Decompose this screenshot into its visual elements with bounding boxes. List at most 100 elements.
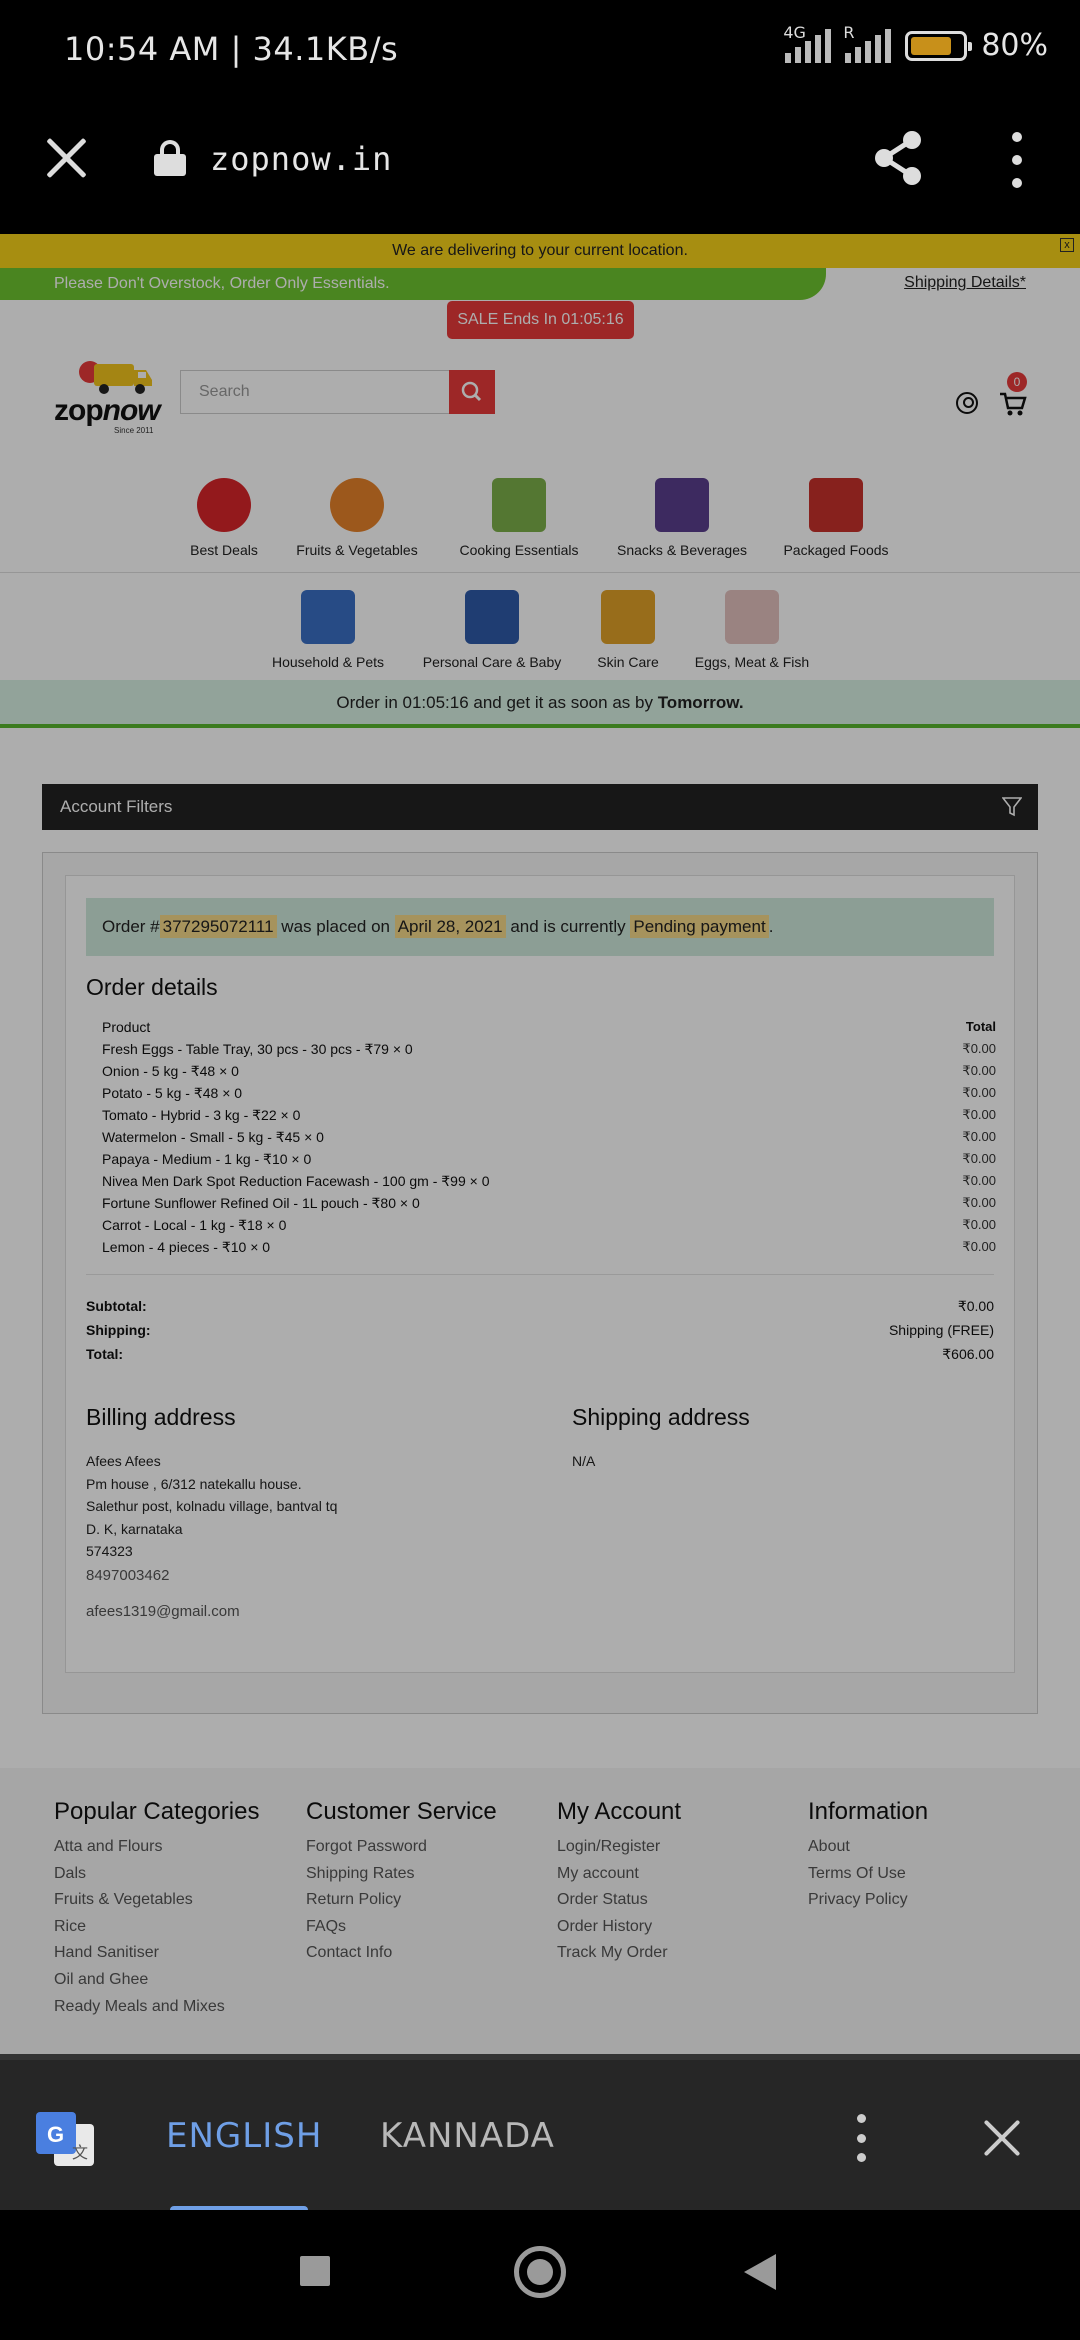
- promo-strip: Please Don't Overstock, Order Only Essen…: [0, 268, 826, 300]
- translate-bar: G 文 ENGLISH KANNADA: [0, 2054, 1080, 2216]
- url-text[interactable]: zopnow.in: [210, 140, 392, 178]
- signal-icon-1: 4G: [783, 23, 832, 63]
- close-translate-icon[interactable]: [982, 2118, 1022, 2158]
- status-time: 10:54 AM | 34.1KB/s: [64, 30, 399, 68]
- lock-icon[interactable]: [154, 140, 186, 176]
- footer-link[interactable]: Return Policy: [306, 1887, 497, 1914]
- table-row: Nivea Men Dark Spot Reduction Facewash -…: [102, 1173, 996, 1189]
- skin-care-icon: [601, 590, 655, 644]
- account-filters-label: Account Filters: [60, 797, 173, 816]
- footer-link[interactable]: Privacy Policy: [808, 1887, 928, 1914]
- footer-link[interactable]: FAQs: [306, 1914, 497, 1941]
- footer-link[interactable]: Ready Meals and Mixes: [54, 1994, 259, 2021]
- category-skin-care[interactable]: Skin Care: [588, 590, 668, 670]
- signal-icon-2: R: [843, 23, 892, 63]
- system-nav-bar: [0, 2210, 1080, 2340]
- category-fruits-vegetables[interactable]: Fruits & Vegetables: [284, 478, 430, 558]
- footer-link[interactable]: Atta and Flours: [54, 1834, 259, 1861]
- footer-link[interactable]: My account: [557, 1861, 681, 1888]
- footer-link[interactable]: Forgot Password: [306, 1834, 497, 1861]
- footer-information: Information About Terms Of Use Privacy P…: [808, 1798, 928, 1914]
- cart-count-badge: 0: [1007, 372, 1027, 392]
- order-card: Order #377295072111 was placed on April …: [42, 852, 1038, 1714]
- web-page: We are delivering to your current locati…: [0, 234, 1080, 2054]
- footer-customer-service: Customer Service Forgot Password Shippin…: [306, 1798, 497, 1967]
- category-cooking-essentials[interactable]: Cooking Essentials: [446, 478, 592, 558]
- footer-link[interactable]: Oil and Ghee: [54, 1967, 259, 1994]
- back-icon[interactable]: [744, 2254, 776, 2290]
- footer-link[interactable]: Order Status: [557, 1887, 681, 1914]
- cart-icon[interactable]: [998, 390, 1028, 418]
- table-row: Fortune Sunflower Refined Oil - 1L pouch…: [102, 1195, 996, 1211]
- footer-link[interactable]: Terms Of Use: [808, 1861, 928, 1888]
- cooking-icon: [492, 478, 546, 532]
- filter-icon[interactable]: [1002, 796, 1022, 818]
- battery-percent: 80%: [981, 28, 1048, 63]
- shipping-row: Shipping: Shipping (FREE): [86, 1322, 994, 1338]
- table-row: Onion - 5 kg - ₹48 × 0 ₹0.00: [102, 1063, 996, 1079]
- google-translate-icon[interactable]: G 文: [34, 2110, 96, 2170]
- packaged-foods-icon: [809, 478, 863, 532]
- language-kannada-tab[interactable]: KANNADA: [380, 2116, 555, 2156]
- svg-text:G: G: [47, 2122, 64, 2147]
- category-personal-care-baby[interactable]: Personal Care & Baby: [412, 590, 572, 670]
- footer-link[interactable]: Track My Order: [557, 1940, 681, 1967]
- billing-email: afees1319@gmail.com: [86, 1603, 240, 1620]
- subtotal-row: Subtotal: ₹0.00: [86, 1298, 994, 1314]
- footer-link[interactable]: Rice: [54, 1914, 259, 1941]
- best-deals-icon: [197, 478, 251, 532]
- products-header-row: Product Total: [102, 1019, 996, 1035]
- shipping-address-title: Shipping address: [572, 1404, 750, 1430]
- home-icon[interactable]: [514, 2246, 566, 2298]
- meat-icon: [725, 590, 779, 644]
- shipping-address: N/A: [572, 1453, 596, 1469]
- category-snacks-beverages[interactable]: Snacks & Beverages: [604, 478, 760, 558]
- billing-address: Afees Afees Pm house , 6/312 natekallu h…: [86, 1450, 337, 1624]
- footer-link[interactable]: Login/Register: [557, 1834, 681, 1861]
- category-best-deals[interactable]: Best Deals: [174, 478, 274, 558]
- delivery-timer-banner: Order in 01:05:16 and get it as soon as …: [0, 680, 1080, 728]
- zopnow-logo[interactable]: zopnow Since 2011: [54, 358, 166, 435]
- order-date: April 28, 2021: [394, 915, 506, 938]
- browser-toolbar: zopnow.in: [0, 100, 1080, 234]
- site-header: zopnow Since 2011 Search 0: [0, 356, 1080, 573]
- snacks-icon: [655, 478, 709, 532]
- table-row: Potato - 5 kg - ₹48 × 0 ₹0.00: [102, 1085, 996, 1101]
- footer-link[interactable]: Fruits & Vegetables: [54, 1887, 259, 1914]
- more-menu-icon[interactable]: [1004, 132, 1030, 188]
- language-english-tab[interactable]: ENGLISH: [166, 2116, 322, 2156]
- footer-my-account: My Account Login/Register My account Ord…: [557, 1798, 681, 1967]
- footer-link[interactable]: Contact Info: [306, 1940, 497, 1967]
- translate-menu-icon[interactable]: [852, 2114, 870, 2162]
- recents-icon[interactable]: [300, 2256, 330, 2286]
- order-number: 377295072111: [159, 915, 277, 938]
- shipping-details-link[interactable]: Shipping Details*: [904, 274, 1026, 292]
- personal-care-icon: [465, 590, 519, 644]
- category-packaged-foods[interactable]: Packaged Foods: [776, 478, 896, 558]
- order-details-title: Order details: [86, 974, 218, 1000]
- category-eggs-meat-fish[interactable]: Eggs, Meat & Fish: [684, 590, 820, 670]
- total-row: Total: ₹606.00: [86, 1346, 994, 1362]
- battery-fill: [911, 36, 952, 55]
- roaming-label: R: [843, 22, 855, 42]
- delivery-notice-text: We are delivering to your current locati…: [392, 242, 688, 259]
- footer-link[interactable]: About: [808, 1834, 928, 1861]
- footer-link[interactable]: Shipping Rates: [306, 1861, 497, 1888]
- account-icon[interactable]: [956, 392, 978, 414]
- category-household-pets[interactable]: Household & Pets: [258, 590, 398, 670]
- footer-popular-categories: Popular Categories Atta and Flours Dals …: [54, 1798, 259, 2020]
- account-filters-bar[interactable]: Account Filters: [42, 784, 1038, 830]
- order-status: Pending payment: [630, 915, 769, 938]
- search-input[interactable]: Search: [180, 370, 450, 414]
- footer-link[interactable]: Hand Sanitiser: [54, 1940, 259, 1967]
- search-button[interactable]: [449, 370, 495, 414]
- close-notice-icon[interactable]: x: [1060, 238, 1074, 252]
- footer-link[interactable]: Order History: [557, 1914, 681, 1941]
- search-icon: [461, 381, 482, 402]
- footer-link[interactable]: Dals: [54, 1861, 259, 1888]
- delivery-notice-bar: We are delivering to your current locati…: [0, 234, 1080, 268]
- billing-address-title: Billing address: [86, 1404, 236, 1430]
- close-tab-icon[interactable]: [44, 136, 88, 180]
- share-icon[interactable]: [870, 128, 926, 188]
- billing-phone: 8497003462: [86, 1566, 170, 1584]
